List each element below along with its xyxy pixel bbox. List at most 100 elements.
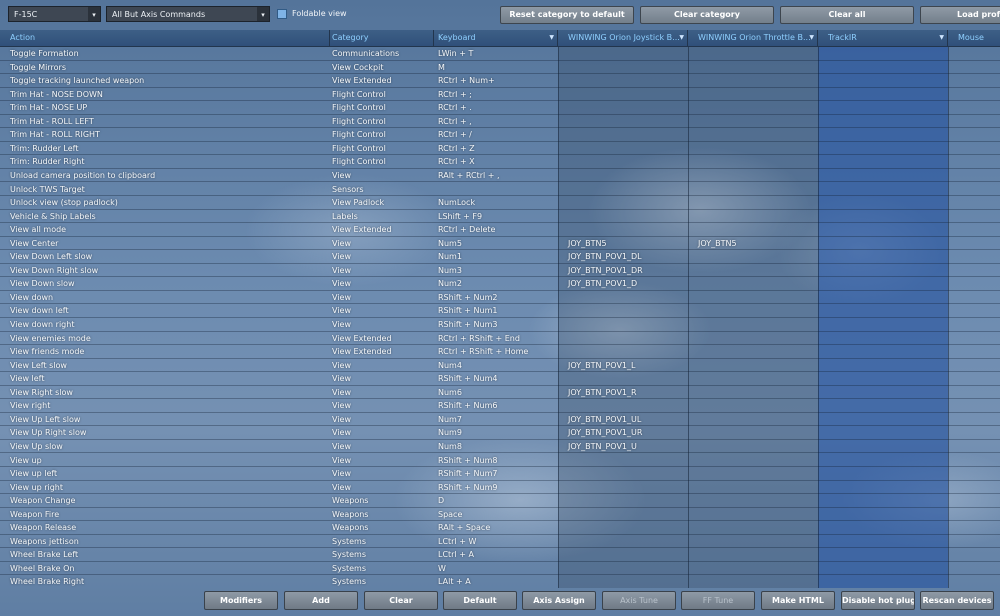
action-cell[interactable]: Trim: Rudder Left — [0, 142, 330, 155]
throttle-cell[interactable] — [688, 481, 818, 494]
table-row[interactable]: View up right View RShift + Num9 — [0, 481, 1000, 495]
keyboard-cell[interactable]: RShift + Num3 — [434, 318, 558, 331]
filter-select[interactable]: All But Axis Commands ▾ — [106, 6, 270, 22]
trackir-cell[interactable] — [818, 237, 948, 250]
keyboard-cell[interactable]: RCtrl + RShift + Home — [434, 345, 558, 358]
joystick-cell[interactable]: JOY_BTN_POV1_UL — [558, 413, 688, 426]
throttle-cell[interactable] — [688, 250, 818, 263]
keyboard-cell[interactable]: RShift + Num1 — [434, 304, 558, 317]
keyboard-cell[interactable]: LWin + T — [434, 47, 558, 60]
joystick-cell[interactable] — [558, 223, 688, 236]
action-cell[interactable]: View up — [0, 454, 330, 467]
trackir-cell[interactable] — [818, 386, 948, 399]
category-cell[interactable]: View — [330, 250, 434, 263]
mouse-cell[interactable] — [948, 169, 1000, 182]
table-row[interactable]: View down right View RShift + Num3 — [0, 318, 1000, 332]
column-header-trackir[interactable]: TrackIR ▼ — [818, 30, 948, 46]
category-cell[interactable]: Flight Control — [330, 115, 434, 128]
trackir-cell[interactable] — [818, 277, 948, 290]
action-cell[interactable]: Weapon Release — [0, 521, 330, 534]
trackir-cell[interactable] — [818, 304, 948, 317]
throttle-cell[interactable] — [688, 413, 818, 426]
mouse-cell[interactable] — [948, 210, 1000, 223]
column-header-mouse[interactable]: Mouse — [948, 30, 1000, 46]
action-cell[interactable]: Unlock TWS Target — [0, 183, 330, 196]
mouse-cell[interactable] — [948, 562, 1000, 575]
category-cell[interactable]: View — [330, 318, 434, 331]
table-row[interactable]: Unlock TWS Target Sensors — [0, 183, 1000, 196]
throttle-cell[interactable] — [688, 345, 818, 358]
joystick-cell[interactable] — [558, 399, 688, 412]
trackir-cell[interactable] — [818, 223, 948, 236]
throttle-cell[interactable] — [688, 223, 818, 236]
trackir-cell[interactable] — [818, 467, 948, 480]
joystick-cell[interactable] — [558, 521, 688, 534]
category-cell[interactable]: Flight Control — [330, 88, 434, 101]
throttle-cell[interactable] — [688, 548, 818, 561]
keyboard-cell[interactable]: Space — [434, 508, 558, 521]
action-cell[interactable]: Wheel Brake Right — [0, 575, 330, 588]
joystick-cell[interactable]: JOY_BTN_POV1_UR — [558, 426, 688, 439]
action-cell[interactable]: Toggle Mirrors — [0, 61, 330, 74]
table-row[interactable]: View friends mode View Extended RCtrl + RS… — [0, 345, 1000, 359]
joystick-cell[interactable] — [558, 548, 688, 561]
mouse-cell[interactable] — [948, 47, 1000, 60]
category-cell[interactable]: View — [330, 264, 434, 277]
mouse-cell[interactable] — [948, 237, 1000, 250]
keyboard-cell[interactable]: RCtrl + Num+ — [434, 74, 558, 87]
mouse-cell[interactable] — [948, 454, 1000, 467]
action-cell[interactable]: View Left slow — [0, 359, 330, 372]
joystick-cell[interactable] — [558, 454, 688, 467]
action-cell[interactable]: Trim Hat - NOSE DOWN — [0, 88, 330, 101]
trackir-cell[interactable] — [818, 183, 948, 196]
keyboard-cell[interactable]: RShift + Num6 — [434, 399, 558, 412]
table-row[interactable]: Trim: Rudder Left Flight Control RCtrl + Z — [0, 142, 1000, 156]
trackir-cell[interactable] — [818, 210, 948, 223]
mouse-cell[interactable] — [948, 426, 1000, 439]
joystick-cell[interactable] — [558, 88, 688, 101]
table-row[interactable]: Unload camera position to clipboard View R… — [0, 169, 1000, 183]
category-cell[interactable]: Systems — [330, 548, 434, 561]
action-cell[interactable]: Unload camera position to clipboard — [0, 169, 330, 182]
table-row[interactable]: Trim Hat - NOSE DOWN Flight Control RCtrl … — [0, 88, 1000, 102]
trackir-cell[interactable] — [818, 291, 948, 304]
table-row[interactable]: Trim Hat - NOSE UP Flight Control RCtrl + … — [0, 101, 1000, 115]
joystick-cell[interactable] — [558, 74, 688, 87]
column-header-category[interactable]: Category — [330, 30, 434, 46]
keyboard-cell[interactable]: RShift + Num2 — [434, 291, 558, 304]
category-cell[interactable]: Sensors — [330, 183, 434, 196]
keyboard-cell[interactable]: Num7 — [434, 413, 558, 426]
joystick-cell[interactable] — [558, 372, 688, 385]
mouse-cell[interactable] — [948, 521, 1000, 534]
category-cell[interactable]: View — [330, 291, 434, 304]
joystick-cell[interactable]: JOY_BTN_POV1_U — [558, 440, 688, 453]
category-cell[interactable]: View Padlock — [330, 196, 434, 209]
mouse-cell[interactable] — [948, 548, 1000, 561]
category-cell[interactable]: View — [330, 454, 434, 467]
keyboard-cell[interactable]: Num8 — [434, 440, 558, 453]
table-row[interactable]: View down View RShift + Num2 — [0, 291, 1000, 305]
mouse-cell[interactable] — [948, 467, 1000, 480]
trackir-cell[interactable] — [818, 345, 948, 358]
joystick-cell[interactable] — [558, 345, 688, 358]
mouse-cell[interactable] — [948, 481, 1000, 494]
action-cell[interactable]: Trim Hat - NOSE UP — [0, 101, 330, 114]
category-cell[interactable]: View — [330, 413, 434, 426]
rescan-devices-button[interactable]: Rescan devices — [920, 591, 994, 610]
table-row[interactable]: View Down Right slow View Num3 JOY_BTN_POV1… — [0, 264, 1000, 278]
trackir-cell[interactable] — [818, 155, 948, 168]
category-cell[interactable]: View — [330, 277, 434, 290]
table-row[interactable]: View left View RShift + Num4 — [0, 372, 1000, 386]
action-cell[interactable]: View down left — [0, 304, 330, 317]
category-cell[interactable]: View — [330, 304, 434, 317]
joystick-cell[interactable] — [558, 196, 688, 209]
category-cell[interactable]: View — [330, 386, 434, 399]
throttle-cell[interactable] — [688, 304, 818, 317]
mouse-cell[interactable] — [948, 345, 1000, 358]
mouse-cell[interactable] — [948, 128, 1000, 141]
keyboard-cell[interactable]: Num9 — [434, 426, 558, 439]
table-row[interactable]: Toggle tracking launched weapon View Exte… — [0, 74, 1000, 88]
action-cell[interactable]: Trim Hat - ROLL LEFT — [0, 115, 330, 128]
category-cell[interactable]: Systems — [330, 575, 434, 588]
category-cell[interactable]: Flight Control — [330, 101, 434, 114]
